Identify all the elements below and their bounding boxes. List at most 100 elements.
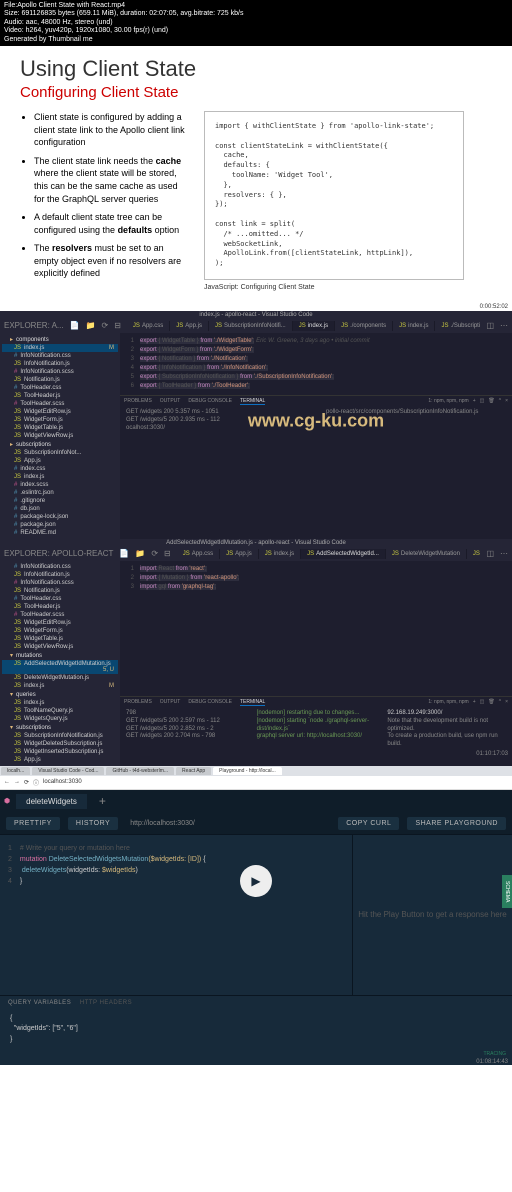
new-file-icon[interactable]: 📄 [119, 549, 129, 558]
browser-tab[interactable]: Playground - http://local... [213, 767, 282, 775]
maximize-icon[interactable]: ^ [499, 398, 501, 404]
tracing-label[interactable]: TRACING [484, 1051, 507, 1057]
file-tree-item[interactable]: #InfoNotification.scss [2, 579, 118, 587]
file-tree-item[interactable]: JSWidgetsQuery.js [2, 715, 118, 723]
editor-tab[interactable]: JSApp.css [177, 549, 220, 559]
split-terminal-icon[interactable]: ◫ [480, 699, 485, 705]
editor-tab[interactable]: JSWidgetsQuery.js [467, 549, 481, 559]
terminal-tab[interactable]: DEBUG CONSOLE [188, 699, 232, 706]
folder-subscriptions[interactable]: ▸subscriptions [2, 440, 118, 449]
add-tab-button[interactable]: + [93, 794, 112, 808]
more-icon[interactable]: ⋯ [500, 321, 508, 330]
playground-tab[interactable]: deleteWidgets [16, 794, 87, 809]
browser-tab[interactable]: GitHub - t4d-websterlm... [106, 767, 174, 775]
share-button[interactable]: SHARE PLAYGROUND [407, 817, 506, 830]
file-tree-item[interactable]: #package-lock.json [2, 513, 118, 521]
file-tree-item[interactable]: #InfoNotification.css [2, 563, 118, 571]
file-tree-item[interactable]: #package.json [2, 521, 118, 529]
file-tree-item[interactable]: #InfoNotification.css [2, 352, 118, 360]
editor-tab[interactable]: JSindex.js [293, 321, 335, 331]
editor-tab[interactable]: JSApp.js [170, 321, 209, 331]
file-tree-item[interactable]: #ToolHeader.scss [2, 611, 118, 619]
close-icon[interactable]: × [505, 699, 508, 705]
http-headers-tab[interactable]: HTTP HEADERS [80, 1000, 132, 1006]
query-variables-tab[interactable]: QUERY VARIABLES [8, 1000, 71, 1006]
play-button[interactable]: ▶ [240, 865, 272, 897]
terminal-tab[interactable]: OUTPUT [160, 398, 181, 405]
browser-tab[interactable]: React App [176, 767, 211, 775]
split-icon[interactable]: ◫ [486, 549, 494, 558]
terminal-tab[interactable]: TERMINAL [240, 398, 265, 405]
file-tree-item[interactable]: JSAddSelectedWidgetIdMutation.js5, U [2, 660, 118, 674]
editor-tab[interactable]: JSAddSelectedWidgetId... [301, 549, 386, 559]
address-bar[interactable]: ← → ⟳ ⓘ localhost:3030 [0, 776, 512, 790]
close-icon[interactable]: × [505, 398, 508, 404]
file-tree-item[interactable]: #ToolHeader.css [2, 595, 118, 603]
reload-icon[interactable]: ⟳ [24, 779, 29, 786]
file-tree-item[interactable]: #.gitignore [2, 497, 118, 505]
file-tree-item[interactable]: JSSubscriptionInfoNot... [2, 449, 118, 457]
editor-tab[interactable]: JS./Subscription... [435, 321, 480, 331]
prettify-button[interactable]: PRETTIFY [6, 817, 60, 830]
file-tree-item[interactable]: JSindex.js [2, 473, 118, 481]
terminal-selector[interactable]: 1: npm, npm, npm [428, 398, 468, 404]
file-tree-item[interactable]: JSWidgetViewRow.js [2, 432, 118, 440]
code-editor[interactable]: 1export { WidgetTable } from './WidgetTa… [120, 333, 512, 539]
file-tree-item[interactable]: JSToolHeader.js [2, 603, 118, 611]
add-terminal-icon[interactable]: + [473, 398, 476, 404]
terminal-tab[interactable]: PROBLEMS [124, 699, 152, 706]
forward-icon[interactable]: → [14, 779, 20, 785]
file-tree-item[interactable]: JSWidgetTable.js [2, 635, 118, 643]
refresh-icon[interactable]: ⟳ [102, 321, 109, 330]
split-terminal-icon[interactable]: ◫ [480, 398, 485, 404]
file-tree-item[interactable]: JSWidgetForm.js [2, 627, 118, 635]
split-icon[interactable]: ◫ [486, 321, 494, 330]
collapse-icon[interactable]: ⊟ [164, 549, 171, 558]
file-tree-item[interactable]: JSWidgetTable.js [2, 424, 118, 432]
folder-mutations[interactable]: ▾mutations [2, 651, 118, 660]
file-tree-item[interactable]: JSSubscriptionInfoNotification.js [2, 732, 118, 740]
editor-tab[interactable]: JSindex.js [259, 549, 301, 559]
copy-curl-button[interactable]: COPY CURL [338, 817, 399, 830]
terminal-tab[interactable]: DEBUG CONSOLE [188, 398, 232, 405]
url-text[interactable]: localhost:3030 [43, 779, 82, 785]
more-icon[interactable]: ⋯ [500, 549, 508, 558]
browser-tab[interactable]: localh... [1, 767, 30, 775]
editor-tab[interactable]: JSindex.js [393, 321, 435, 331]
file-tree-item[interactable]: #index.scss [2, 481, 118, 489]
history-button[interactable]: HISTORY [68, 817, 118, 830]
new-folder-icon[interactable]: 📁 [135, 549, 145, 558]
folder-components[interactable]: ▸components [2, 335, 118, 344]
file-tree-item[interactable]: #InfoNotification.scss [2, 368, 118, 376]
terminal-output-2[interactable]: 798GET /widgets/5 200 2.597 ms - 112GET … [120, 708, 512, 751]
endpoint-url[interactable]: http://localhost:3030/ [126, 820, 330, 827]
terminal-tab[interactable]: OUTPUT [160, 699, 181, 706]
file-tree-item[interactable]: JSDeleteWidgetMutation.js [2, 674, 118, 682]
file-tree-item[interactable]: JSInfoNotification.js [2, 360, 118, 368]
file-tree-item[interactable]: #ToolHeader.scss [2, 400, 118, 408]
file-tree-item[interactable]: #ToolHeader.css [2, 384, 118, 392]
query-editor[interactable]: 1# Write your query or mutation here 2mu… [0, 835, 352, 995]
editor-tab[interactable]: JSSubscriptionInfoNotifi... [209, 321, 293, 331]
add-terminal-icon[interactable]: + [473, 699, 476, 705]
file-tree-item[interactable]: JSWidgetEditRow.js [2, 619, 118, 627]
file-tree-item[interactable]: #.eslintrc.json [2, 489, 118, 497]
new-folder-icon[interactable]: 📁 [86, 321, 96, 330]
file-tree-item[interactable]: JSindex.jsM [2, 344, 118, 352]
trash-icon[interactable]: 🗑 [488, 398, 494, 404]
browser-tab[interactable]: Visual Studio Code - Cod... [32, 767, 104, 775]
file-tree-item[interactable]: #README.md [2, 529, 118, 537]
variables-editor[interactable]: { "widgetIds": ["5", "6"] } [0, 1010, 512, 1050]
maximize-icon[interactable]: ^ [499, 699, 501, 705]
file-tree-item[interactable]: JSindex.js [2, 699, 118, 707]
editor-tab[interactable]: JS./components [335, 321, 393, 331]
refresh-icon[interactable]: ⟳ [151, 549, 158, 558]
file-tree-item[interactable]: JSNotification.js [2, 587, 118, 595]
editor-tab[interactable]: JSApp.js [220, 549, 259, 559]
file-tree-item[interactable]: JSWidgetViewRow.js [2, 643, 118, 651]
terminal-tab[interactable]: TERMINAL [240, 699, 265, 706]
code-editor-2[interactable]: 1import React from 'react';2import { Mut… [120, 561, 512, 766]
back-icon[interactable]: ← [4, 779, 10, 785]
editor-tab[interactable]: JSDeleteWidgetMutation [386, 549, 467, 559]
file-tree-item[interactable]: JSWidgetInsertedSubscription.js [2, 748, 118, 756]
